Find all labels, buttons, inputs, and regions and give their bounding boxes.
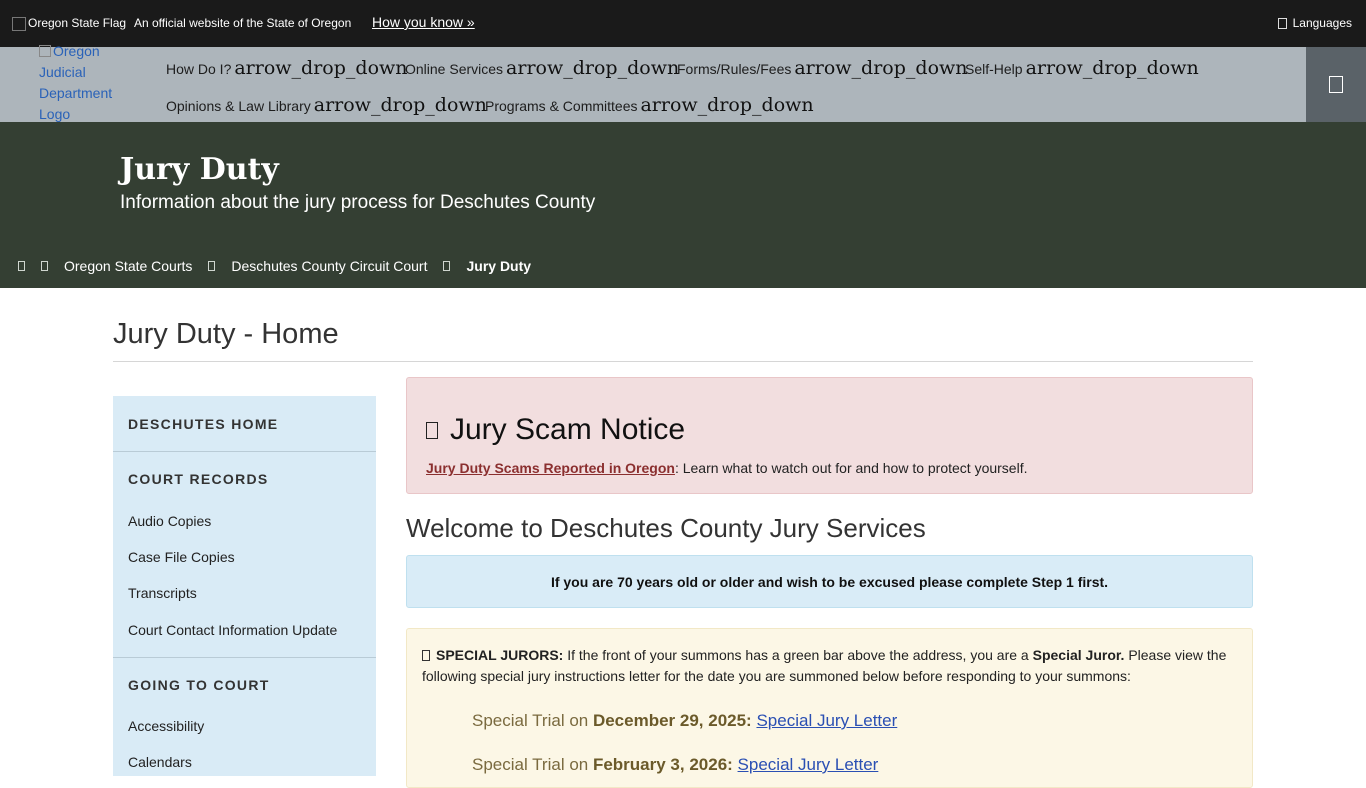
how-you-know-link[interactable]: How you know » <box>372 14 475 30</box>
home-icon <box>18 261 25 271</box>
page-title: Jury Duty - Home <box>113 318 339 350</box>
special-jurors-notice: SPECIAL JURORS: If the front of your sum… <box>406 628 1253 788</box>
sidebar-divider <box>113 657 376 658</box>
jury-scam-alert: Jury Scam Notice Jury Duty Scams Reporte… <box>406 377 1253 494</box>
oregon-flag-image: Oregon State Flag <box>12 16 126 31</box>
special-trial-item: Special Trial on February 3, 2026: Speci… <box>472 755 879 774</box>
nav-item-online-services[interactable]: Online Services arrow_drop_down <box>405 57 679 79</box>
arrow-drop-down-icon: arrow_drop_down <box>1025 57 1199 79</box>
info-icon <box>422 650 430 661</box>
hero-banner: Jury Duty Information about the jury pro… <box>0 122 1366 288</box>
official-site-bar: Oregon State Flag An official website of… <box>0 0 1366 47</box>
alert-body: Jury Duty Scams Reported in Oregon: Lear… <box>426 460 1028 476</box>
arrow-drop-down-icon: arrow_drop_down <box>313 94 487 116</box>
languages-button[interactable]: Languages <box>1277 16 1352 30</box>
globe-icon <box>1277 17 1287 29</box>
nav-item-opinions-law-library[interactable]: Opinions & Law Library arrow_drop_down <box>166 94 487 116</box>
arrow-drop-down-icon: arrow_drop_down <box>640 94 814 116</box>
sidebar-deschutes-home[interactable]: Deschutes Home <box>128 416 278 432</box>
sidebar-link-transcripts[interactable]: Transcripts <box>128 585 197 601</box>
special-jury-letter-link[interactable]: Special Jury Letter <box>756 711 897 730</box>
special-trial-item: Special Trial on December 29, 2025: Spec… <box>472 711 898 730</box>
nav-item-self-help[interactable]: Self-Help arrow_drop_down <box>965 57 1199 79</box>
sidebar-heading-going-to-court: Going to Court <box>128 677 270 693</box>
scam-report-link[interactable]: Jury Duty Scams Reported in Oregon <box>426 460 675 476</box>
nav-item-how-do-i[interactable]: How Do I? arrow_drop_down <box>166 57 408 79</box>
breadcrumb-home-link[interactable] <box>18 258 25 274</box>
arrow-drop-down-icon: arrow_drop_down <box>506 57 680 79</box>
alert-title: Jury Scam Notice <box>426 413 685 447</box>
warning-icon <box>426 421 438 439</box>
ojd-logo-link[interactable]: Oregon Judicial Department Logo <box>39 41 134 125</box>
welcome-heading: Welcome to Deschutes County Jury Service… <box>406 513 926 543</box>
sidebar-link-audio-copies[interactable]: Audio Copies <box>128 513 211 529</box>
sidebar-nav: Deschutes Home Court Records Audio Copie… <box>113 396 376 776</box>
special-jury-letter-link[interactable]: Special Jury Letter <box>738 755 879 774</box>
age-excuse-notice: If you are 70 years old or older and wis… <box>406 555 1253 608</box>
search-toggle-button[interactable] <box>1306 47 1366 122</box>
hero-title: Jury Duty <box>120 152 279 187</box>
breadcrumb-current: Jury Duty <box>466 258 532 274</box>
sidebar-link-accessibility[interactable]: Accessibility <box>128 718 204 734</box>
chevron-right-icon <box>208 261 216 271</box>
nav-item-programs-committees[interactable]: Programs & Committees arrow_drop_down <box>485 94 814 116</box>
chevron-right-icon <box>41 261 48 271</box>
breadcrumb: Oregon State Courts Deschutes County Cir… <box>18 258 531 274</box>
sidebar-heading-court-records: Court Records <box>128 471 269 487</box>
official-website-text: An official website of the State of Oreg… <box>134 16 352 30</box>
chevron-right-icon <box>443 261 451 271</box>
search-icon <box>1329 76 1343 93</box>
nav-item-forms-rules-fees[interactable]: Forms/Rules/Fees arrow_drop_down <box>677 57 968 79</box>
sidebar-link-case-file-copies[interactable]: Case File Copies <box>128 549 235 565</box>
hero-subtitle: Information about the jury process for D… <box>120 192 596 213</box>
arrow-drop-down-icon: arrow_drop_down <box>794 57 968 79</box>
special-jurors-text: SPECIAL JURORS: If the front of your sum… <box>422 647 1227 684</box>
breadcrumb-deschutes-circuit-court[interactable]: Deschutes County Circuit Court <box>231 258 427 274</box>
title-divider <box>113 361 1253 362</box>
main-navigation: Oregon Judicial Department Logo How Do I… <box>0 43 1366 122</box>
broken-image-icon <box>12 17 26 31</box>
sidebar-divider <box>113 451 376 452</box>
broken-image-icon <box>39 45 51 57</box>
sidebar-link-court-contact-update[interactable]: Court Contact Information Update <box>128 622 337 638</box>
arrow-drop-down-icon: arrow_drop_down <box>234 57 408 79</box>
breadcrumb-oregon-state-courts[interactable]: Oregon State Courts <box>64 258 192 274</box>
